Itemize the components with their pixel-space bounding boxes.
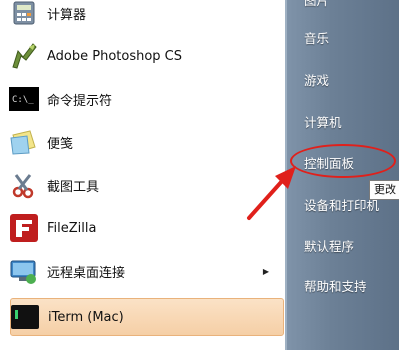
annotation-arrow-icon [247, 166, 296, 220]
tooltip: 更改 [369, 180, 399, 200]
